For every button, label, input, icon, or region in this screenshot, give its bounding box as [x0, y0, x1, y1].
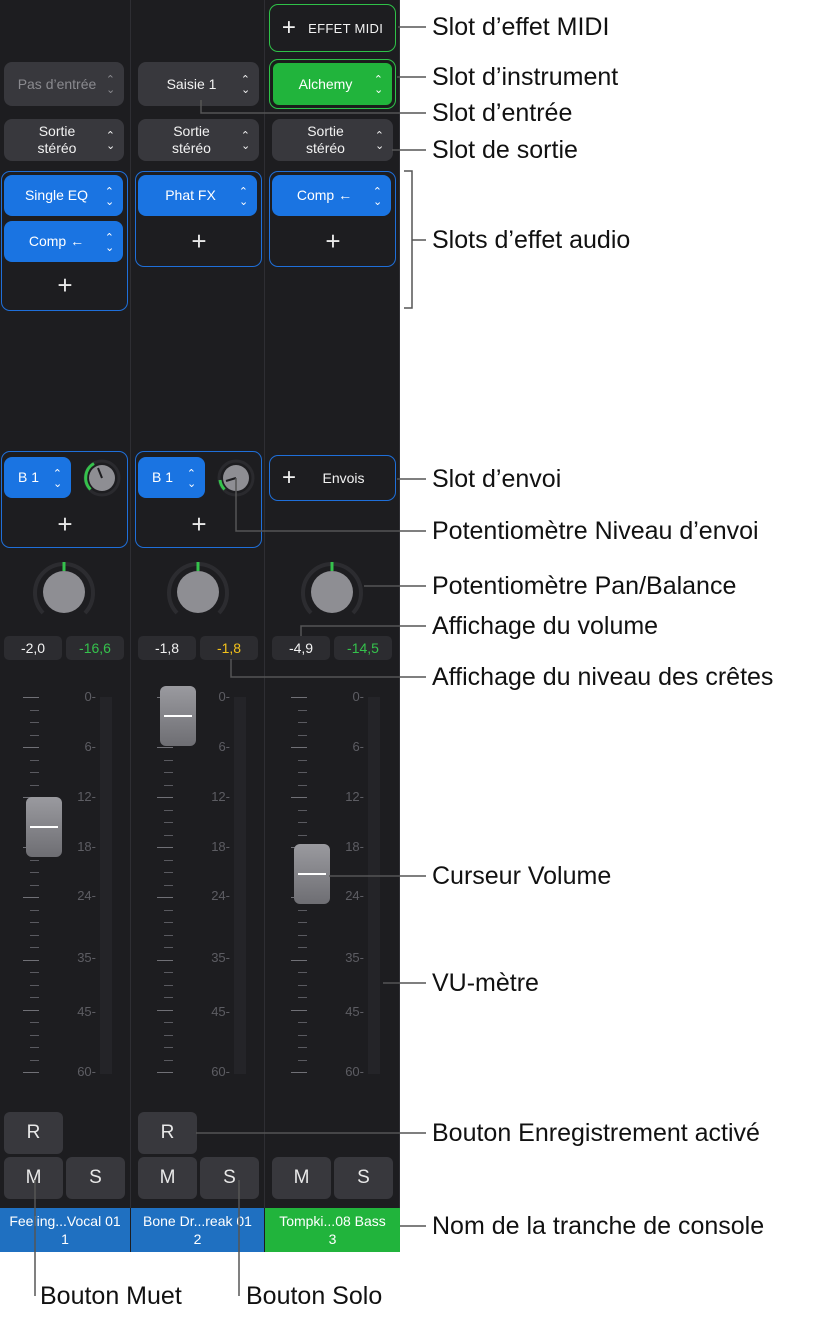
annotation-input-slot: Slot d’entrée — [432, 99, 573, 127]
annotation-instrument-slot: Slot d’instrument — [432, 63, 619, 91]
annotation-mute-button: Bouton Muet — [40, 1282, 182, 1310]
annotation-vu-meter: VU-mètre — [432, 969, 539, 997]
annotation-midi-fx-slot: Slot d’effet MIDI — [432, 13, 610, 41]
annotation-audio-fx-slots: Slots d’effet audio — [432, 226, 631, 254]
annotation-solo-button: Bouton Solo — [246, 1282, 383, 1310]
annotation-strip-name: Nom de la tranche de console — [432, 1212, 765, 1240]
annotation-record-button: Bouton Enregistrement activé — [432, 1119, 760, 1147]
annotation-volume-display: Affichage du volume — [432, 612, 659, 640]
annotation-send-slot: Slot d’envoi — [432, 465, 562, 493]
annotation-peak-display: Affichage du niveau des crêtes — [432, 663, 774, 691]
annotation-send-level-knob: Potentiomètre Niveau d’envoi — [432, 517, 759, 545]
annotation-pan-knob: Potentiomètre Pan/Balance — [432, 572, 737, 600]
annotation-volume-fader: Curseur Volume — [432, 862, 612, 890]
annotation-output-slot: Slot de sortie — [432, 136, 578, 164]
